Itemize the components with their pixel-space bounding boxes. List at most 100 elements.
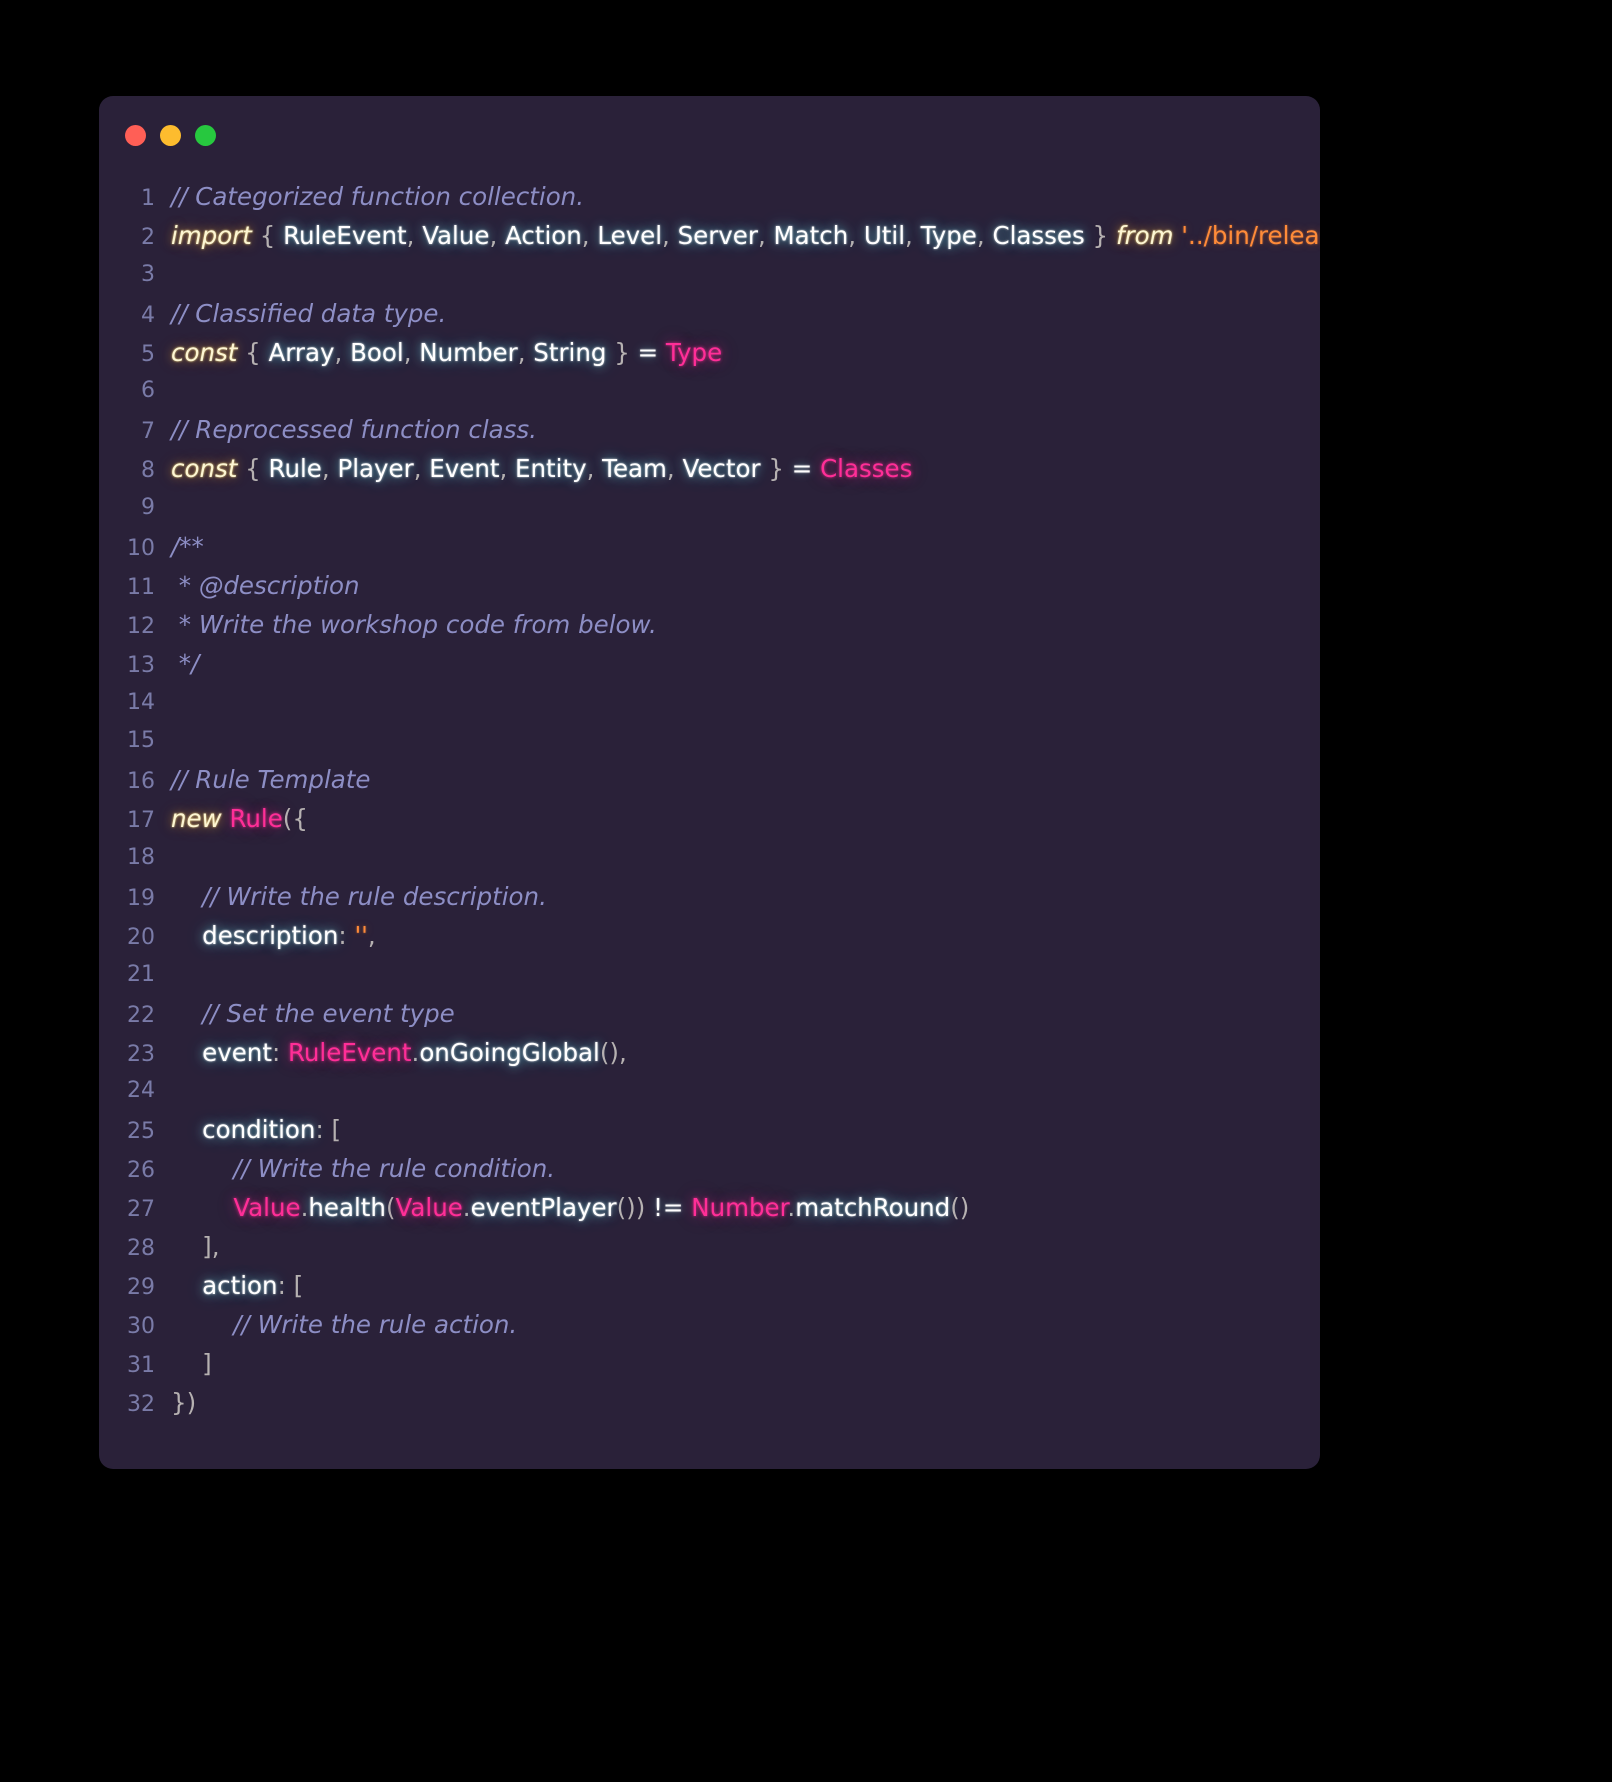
code-line[interactable]: 12 * Write the workshop code from below. <box>99 606 1320 645</box>
line-content[interactable]: const { Rule, Player, Event, Entity, Tea… <box>171 450 912 489</box>
code-line[interactable]: 28 ], <box>99 1228 1320 1267</box>
code-identifier: Value <box>422 220 490 250</box>
line-content[interactable]: // Set the event type <box>171 995 455 1034</box>
line-content[interactable]: new Rule({ <box>171 800 308 839</box>
code-line[interactable]: 15 <box>99 722 1320 761</box>
code-line[interactable]: 7 // Reprocessed function class. <box>99 411 1320 450</box>
line-content[interactable]: }) <box>171 1384 196 1423</box>
line-content[interactable]: ] <box>171 1345 212 1384</box>
code-line[interactable]: 11 * @description <box>99 567 1320 606</box>
code-line[interactable]: 4 // Classified data type. <box>99 295 1320 334</box>
line-content[interactable]: */ <box>171 645 200 684</box>
code-line[interactable]: 19 // Write the rule description. <box>99 878 1320 917</box>
code-keyword: from <box>1115 220 1174 250</box>
code-identifier: Bool <box>350 337 404 367</box>
code-line[interactable]: 18 <box>99 839 1320 878</box>
code-comment: */ <box>171 648 200 678</box>
line-number: 14 <box>127 689 155 715</box>
code-line[interactable]: 29 action: [ <box>99 1267 1320 1306</box>
code-line[interactable]: 24 <box>99 1072 1320 1111</box>
code-identifier: event <box>202 1037 272 1067</box>
code-line[interactable]: 2 import { RuleEvent, Value, Action, Leve… <box>99 217 1320 256</box>
code-line[interactable]: 21 <box>99 956 1320 995</box>
line-content[interactable]: const { Array, Bool, Number, String } = … <box>171 334 722 373</box>
code-line[interactable]: 5 const { Array, Bool, Number, String } =… <box>99 334 1320 373</box>
line-content[interactable]: // Write the rule description. <box>171 878 547 917</box>
code-punctuation: ({ <box>282 804 308 834</box>
line-number: 12 <box>127 613 155 639</box>
line-content[interactable]: // Write the rule condition. <box>171 1150 555 1189</box>
code-line[interactable]: 1 // Categorized function collection. <box>99 178 1320 217</box>
code-line[interactable]: 31 ] <box>99 1345 1320 1384</box>
minimize-window-button[interactable] <box>160 124 181 146</box>
line-number: 18 <box>127 845 155 871</box>
code-identifier: Number <box>419 337 518 367</box>
code-punctuation: : <box>338 920 355 950</box>
code-identifier: Server <box>677 220 758 250</box>
code-comment: // Categorized function collection. <box>171 182 584 211</box>
line-number: 29 <box>127 1274 155 1300</box>
line-content[interactable]: condition: [ <box>171 1111 341 1150</box>
code-punctuation: , <box>517 337 534 367</box>
line-content[interactable]: // Rule Template <box>171 761 370 800</box>
line-content[interactable]: // Categorized function collection. <box>171 178 584 217</box>
maximize-window-button[interactable] <box>195 124 216 146</box>
line-number: 7 <box>141 419 155 445</box>
line-content[interactable]: ], <box>171 1228 219 1267</box>
code-punctuation: , <box>666 454 683 484</box>
code-line[interactable]: 30 // Write the rule action. <box>99 1306 1320 1345</box>
line-content[interactable]: // Write the rule action. <box>171 1306 517 1345</box>
line-content[interactable]: Value.health(Value.eventPlayer()) != Num… <box>171 1189 969 1228</box>
code-string: '../bin/release/eng' <box>1181 220 1320 250</box>
code-line[interactable]: 9 <box>99 489 1320 528</box>
code-punctuation: , <box>489 220 506 250</box>
code-editor-window: 1 // Categorized function collection. 2 imp… <box>99 96 1320 1469</box>
code-comment: // Set the event type <box>171 998 455 1028</box>
code-punctuation: () <box>950 1193 970 1223</box>
code-identifier: matchRound <box>795 1193 951 1223</box>
line-content[interactable]: // Reprocessed function class. <box>171 411 537 450</box>
line-number: 20 <box>127 924 155 950</box>
code-punctuation: ] <box>171 1348 212 1378</box>
line-content[interactable]: * @description <box>171 567 360 606</box>
code-class-name: RuleEvent <box>287 1037 412 1067</box>
code-line[interactable]: 32}) <box>99 1384 1320 1423</box>
code-content[interactable]: 1 // Categorized function collection. 2 imp… <box>99 174 1320 1423</box>
line-content[interactable]: * Write the workshop code from below. <box>171 606 657 645</box>
code-line[interactable]: 20 description: '', <box>99 917 1320 956</box>
close-window-button[interactable] <box>125 124 146 146</box>
code-punctuation: (), <box>599 1037 627 1067</box>
code-line[interactable]: 14 <box>99 684 1320 723</box>
code-comment: * @description <box>171 570 360 600</box>
code-line[interactable]: 25 condition: [ <box>99 1111 1320 1150</box>
code-line[interactable]: 8 const { Rule, Player, Event, Entity, Te… <box>99 450 1320 489</box>
code-class-name: Rule <box>229 804 283 834</box>
line-content[interactable]: event: RuleEvent.onGoingGlobal(), <box>171 1034 627 1073</box>
code-line[interactable]: 22 // Set the event type <box>99 995 1320 1034</box>
code-line[interactable]: 10 /** <box>99 528 1320 567</box>
code-line[interactable]: 17 new Rule({ <box>99 800 1320 839</box>
code-line[interactable]: 3 <box>99 256 1320 295</box>
code-comment: /** <box>171 532 204 562</box>
code-punctuation <box>658 338 666 367</box>
code-line[interactable]: 27 Value.health(Value.eventPlayer()) != … <box>99 1189 1320 1228</box>
code-class-name: Type <box>665 337 723 367</box>
code-line[interactable]: 23 event: RuleEvent.onGoingGlobal(), <box>99 1034 1320 1073</box>
code-line[interactable]: 16 // Rule Template <box>99 761 1320 800</box>
line-content[interactable]: /** <box>171 528 204 567</box>
line-number: 4 <box>141 302 155 328</box>
line-number: 23 <box>127 1041 155 1067</box>
code-identifier: Type <box>920 220 977 250</box>
code-line[interactable]: 13 */ <box>99 645 1320 684</box>
line-content[interactable]: description: '', <box>171 917 376 956</box>
line-content[interactable]: // Classified data type. <box>171 295 446 334</box>
code-line[interactable]: 6 <box>99 372 1320 411</box>
code-line[interactable]: 26 // Write the rule condition. <box>99 1150 1320 1189</box>
line-content[interactable]: action: [ <box>171 1267 303 1306</box>
code-comment: // Write the rule description. <box>171 882 547 912</box>
line-content[interactable]: import { RuleEvent, Value, Action, Level… <box>171 217 1320 256</box>
code-identifier: Level <box>597 220 663 250</box>
code-punctuation: , <box>413 454 430 484</box>
